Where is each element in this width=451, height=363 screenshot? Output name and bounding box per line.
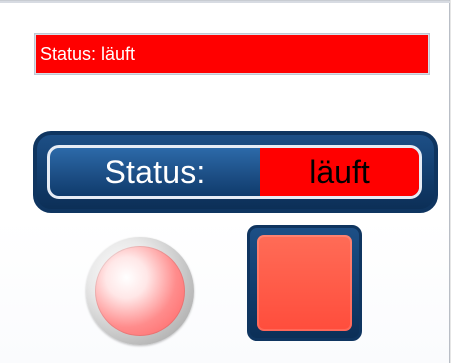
status-text-label: Status: läuft bbox=[34, 33, 430, 75]
panel: Status: läuft Status: läuft bbox=[0, 0, 450, 363]
round-led-light bbox=[95, 246, 185, 336]
status-indicator-value: läuft bbox=[260, 148, 419, 196]
panel-top-border bbox=[0, 1, 450, 3]
status-indicator-inner: Status: läuft bbox=[47, 145, 422, 199]
status-value-text: läuft bbox=[309, 153, 370, 190]
status-indicator-label: Status: bbox=[50, 148, 260, 196]
square-led-light bbox=[257, 235, 352, 331]
status-indicator: Status: läuft bbox=[33, 131, 438, 213]
round-led bbox=[86, 237, 194, 345]
square-led bbox=[247, 225, 362, 341]
status-text: Status: läuft bbox=[40, 44, 136, 64]
status-label-text: Status: bbox=[104, 153, 206, 190]
